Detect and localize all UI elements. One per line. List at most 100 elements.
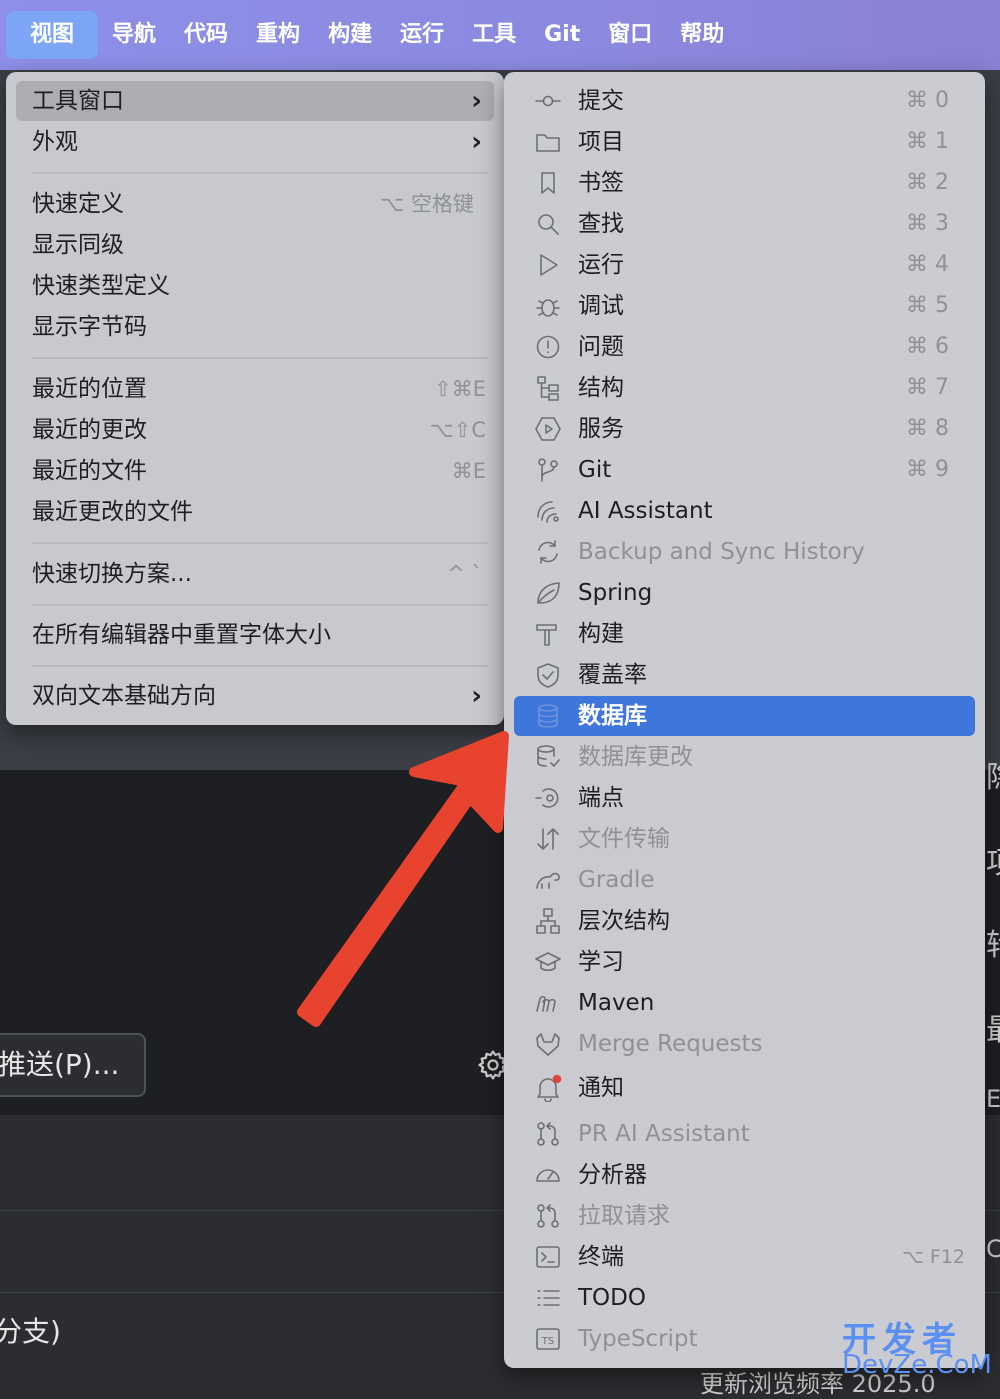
menu-item-tool-windows[interactable]: 工具窗口 › [16, 81, 494, 121]
tool-window-item[interactable]: Git ⌘ 9 [514, 450, 975, 490]
menu-item-show-bytecode[interactable]: 显示字节码 [16, 307, 494, 347]
tool-window-item[interactable]: 提交 ⌘ 0 [514, 81, 975, 121]
menu-separator [32, 542, 488, 544]
shield-icon [534, 661, 562, 689]
tool-window-item[interactable]: 书签 ⌘ 2 [514, 163, 975, 203]
menu-view[interactable]: 视图 [6, 11, 99, 59]
menu-item-label: 最近的文件 [32, 458, 147, 484]
maven-icon [534, 989, 562, 1017]
tool-window-item[interactable]: 结构 ⌘ 7 [514, 368, 975, 408]
menu-item-label: 快速切换方案... [32, 561, 192, 587]
tool-window-item[interactable]: 端点 [514, 778, 975, 818]
menu-item-recent-changes[interactable]: 最近的更改 ⌥⇧C [16, 410, 494, 450]
tool-window-item[interactable]: Gradle [514, 860, 975, 900]
tool-window-item[interactable]: 问题 ⌘ 6 [514, 327, 975, 367]
menu-item-quick-definition[interactable]: 快速定义 ⌥ 空格键 [16, 184, 494, 224]
tool-window-item[interactable]: 构建 [514, 614, 975, 654]
shortcut: ⇧⌘E [434, 377, 486, 401]
bell-icon [534, 1074, 562, 1103]
menu-code[interactable]: 代码 [170, 11, 242, 59]
tool-window-item[interactable]: 项目 ⌘ 1 [514, 122, 975, 162]
menu-item-recently-changed-files[interactable]: 最近更改的文件 [16, 492, 494, 532]
menu-item-quick-switch-scheme[interactable]: 快速切换方案... ^ ` [16, 554, 494, 594]
shortcut: ⌘ 7 [906, 375, 949, 400]
tool-window-label: Gradle [578, 867, 655, 893]
hammer-icon [534, 620, 562, 648]
menu-help[interactable]: 帮助 [666, 11, 738, 59]
tool-window-label: 问题 [578, 334, 624, 360]
tool-window-label: 覆盖率 [578, 662, 647, 688]
tool-window-item[interactable]: PR AI Assistant [514, 1114, 975, 1154]
tool-window-label: Backup and Sync History [578, 539, 865, 565]
shortcut: ⌘ 4 [906, 252, 949, 277]
shortcut: ⌘ 5 [906, 293, 949, 318]
tool-window-label: 分析器 [578, 1162, 647, 1188]
tool-window-item[interactable]: 通知 [514, 1068, 975, 1108]
tool-window-label: 查找 [578, 211, 624, 237]
tool-window-item[interactable]: 学习 [514, 942, 975, 982]
tool-window-label: AI Assistant [578, 498, 713, 524]
tool-window-item[interactable]: 文件传输 [514, 819, 975, 859]
spring-leaf-icon [534, 579, 562, 607]
menu-item-show-siblings[interactable]: 显示同级 [16, 225, 494, 265]
menu-window[interactable]: 窗口 [594, 11, 666, 59]
endpoints-icon [534, 784, 562, 812]
tool-window-label: 拉取请求 [578, 1203, 670, 1229]
bookmark-icon [534, 169, 562, 197]
edge-text: C [986, 1235, 1000, 1263]
tool-window-item[interactable]: 拉取请求 [514, 1196, 975, 1236]
tool-window-item[interactable]: Spring [514, 573, 975, 613]
tool-window-item[interactable]: 终端 ⌥ F12 [514, 1237, 975, 1277]
menu-tools[interactable]: 工具 [458, 11, 530, 59]
shortcut: ⌥ 空格键 [380, 192, 474, 216]
tool-window-item[interactable]: 分析器 [514, 1155, 975, 1195]
tool-window-item[interactable]: 调试 ⌘ 5 [514, 286, 975, 326]
tool-window-item[interactable]: 查找 ⌘ 3 [514, 204, 975, 244]
menu-item-label: 最近的位置 [32, 376, 147, 402]
menu-item-reset-font-size[interactable]: 在所有编辑器中重置字体大小 [16, 615, 494, 655]
database-changes-icon [534, 743, 562, 771]
svg-text:TS: TS [541, 1336, 554, 1347]
tool-window-label: 数据库更改 [578, 744, 693, 770]
tool-window-item[interactable]: Maven [514, 983, 975, 1023]
tool-window-item[interactable]: 数据库更改 [514, 737, 975, 777]
shortcut: ⌘ 3 [906, 211, 949, 236]
tool-window-label: Spring [578, 580, 653, 606]
tool-window-item[interactable]: 覆盖率 [514, 655, 975, 695]
menu-item-bidi-text-direction[interactable]: 双向文本基础方向 › [16, 676, 494, 716]
push-button[interactable]: 推送(P)... [0, 1033, 146, 1097]
menu-item-label: 快速类型定义 [32, 273, 170, 299]
menu-build[interactable]: 构建 [314, 11, 386, 59]
shortcut: ⌘E [451, 459, 486, 483]
branch-label: 分支) [0, 1315, 61, 1348]
todo-list-icon [534, 1284, 562, 1312]
menu-item-appearance[interactable]: 外观 › [16, 122, 494, 162]
view-menu: 工具窗口 › 外观 › 快速定义 ⌥ 空格键 显示同级 快速类型定义 显示字节码… [6, 72, 504, 725]
submenu-arrow-icon: › [471, 127, 482, 157]
tool-window-item[interactable]: 运行 ⌘ 4 [514, 245, 975, 285]
menu-navigate[interactable]: 导航 [98, 11, 170, 59]
menu-item-recent-files[interactable]: 最近的文件 ⌘E [16, 451, 494, 491]
tool-window-item[interactable]: Merge Requests [514, 1024, 975, 1064]
menu-item-quick-type-definition[interactable]: 快速类型定义 [16, 266, 494, 306]
menu-refactor[interactable]: 重构 [242, 11, 314, 59]
shortcut: ⌘ 8 [906, 416, 949, 441]
tool-window-label: 书签 [578, 170, 624, 196]
tool-window-label: 层次结构 [578, 908, 670, 934]
menu-separator [32, 665, 488, 667]
tool-window-item[interactable]: 服务 ⌘ 8 [514, 409, 975, 449]
menu-git[interactable]: Git [530, 11, 594, 59]
shortcut: ⌘ 9 [906, 457, 949, 482]
menu-run[interactable]: 运行 [386, 11, 458, 59]
search-icon [534, 210, 562, 238]
menu-item-recent-locations[interactable]: 最近的位置 ⇧⌘E [16, 369, 494, 409]
tool-window-item[interactable]: 层次结构 [514, 901, 975, 941]
tool-window-label: 数据库 [578, 703, 647, 729]
shortcut: ^ ` [447, 562, 482, 586]
ai-assistant-icon [534, 497, 562, 525]
run-icon [534, 251, 562, 279]
edge-text: 项 [986, 838, 1000, 882]
tool-window-item[interactable]: AI Assistant [514, 491, 975, 531]
tool-window-item-selected[interactable]: 数据库 [514, 696, 975, 736]
tool-window-item[interactable]: Backup and Sync History [514, 532, 975, 572]
